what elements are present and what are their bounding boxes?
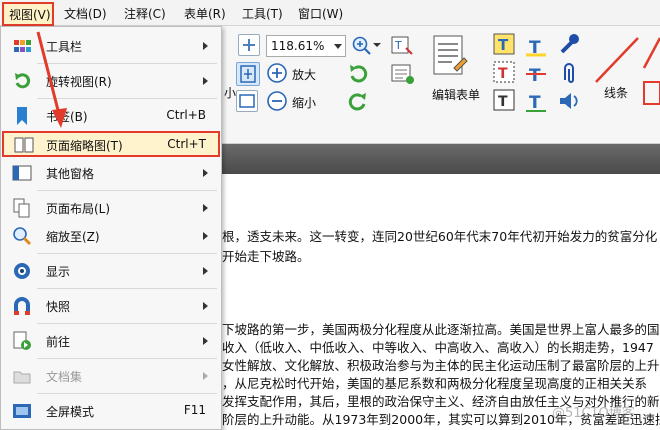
annotation-arrow (36, 31, 67, 128)
watermark: @51CTO博客 (552, 406, 635, 421)
